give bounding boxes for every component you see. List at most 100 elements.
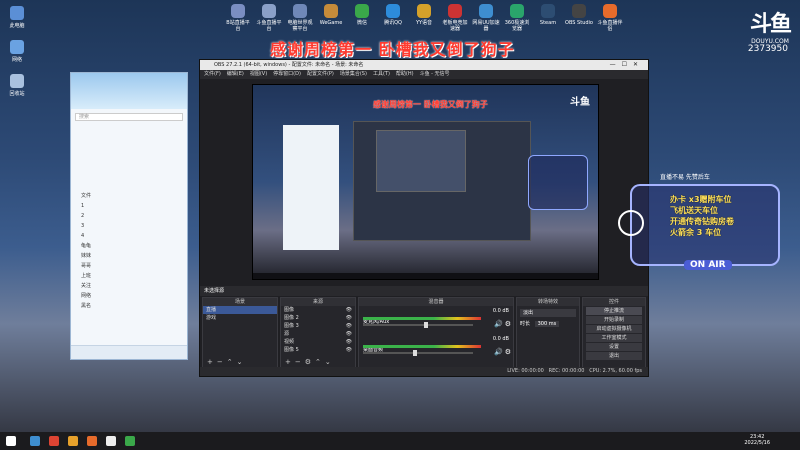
qq-contact-group[interactable]: 关注 xyxy=(71,281,187,291)
eye-icon[interactable]: 👁 xyxy=(346,346,352,354)
source-item[interactable]: 👁 图像 2 xyxy=(281,314,355,322)
gear-icon[interactable]: ⚙ xyxy=(505,320,511,328)
windows-start-icon[interactable] xyxy=(6,436,16,446)
control-button[interactable]: 停止推流 xyxy=(586,307,642,315)
source-item[interactable]: 👁 图像 5 xyxy=(281,346,355,354)
controls-dock[interactable]: 控件 停止推流 开始录制 启动虚拟摄像机 工作室模式 设置 退出 xyxy=(582,297,646,369)
qq-contact-group[interactable]: 3 xyxy=(71,221,187,231)
volume-knob[interactable] xyxy=(423,322,428,328)
preview-banner: 感谢周榜第一 卧槽我又倒了狗子 xyxy=(373,100,488,109)
qq-contact-group[interactable]: 文件 xyxy=(71,191,187,201)
source-item[interactable]: 👁 源 xyxy=(281,330,355,338)
duration-input[interactable]: 300 ms xyxy=(534,321,560,327)
app-icon xyxy=(324,4,338,18)
desktop-app-icon[interactable]: Steam xyxy=(534,4,562,26)
obs-menu-item[interactable]: 斗鱼 - 无信号 xyxy=(420,71,450,77)
scene-item[interactable]: 游戏 xyxy=(203,314,277,322)
desktop-icon-computer[interactable]: 此电脑 xyxy=(6,6,28,29)
desktop-app-icon[interactable]: YY语音 xyxy=(410,4,438,26)
control-button[interactable]: 启动虚拟摄像机 xyxy=(586,325,642,333)
taskbar-app-icon[interactable] xyxy=(68,436,78,446)
desktop-app-icon[interactable]: OBS Studio xyxy=(565,4,593,26)
eye-icon[interactable]: 👁 xyxy=(346,306,352,314)
obs-menu-item[interactable]: 场景集合(S) xyxy=(340,71,367,77)
taskbar-app-icon[interactable] xyxy=(106,436,116,446)
source-item-label: 图像 5 xyxy=(284,347,299,353)
control-button[interactable]: 开始录制 xyxy=(586,316,642,324)
obs-menu-item[interactable]: 视图(V) xyxy=(250,71,267,77)
window-controls[interactable]: —☐✕ xyxy=(610,60,644,70)
desktop-icon-recycle-bin[interactable]: 回收站 xyxy=(6,74,28,97)
control-button[interactable]: 设置 xyxy=(586,343,642,351)
system-clock[interactable]: 23:42 2022/5/16 xyxy=(744,434,770,446)
taskbar-app-icon[interactable] xyxy=(87,436,97,446)
qq-contact-group[interactable]: 2 xyxy=(71,211,187,221)
desktop-app-icon[interactable]: B站直播平台 xyxy=(224,4,252,32)
app-icon xyxy=(572,4,586,18)
transition-select[interactable]: 淡出 xyxy=(520,309,576,317)
scenes-dock[interactable]: 场景 直播 游戏 +−⌃⌄ xyxy=(202,297,278,369)
taskbar-app-icon[interactable] xyxy=(30,436,40,446)
sources-dock-tools[interactable]: +−⚙⌃⌄ xyxy=(285,358,335,366)
desktop-app-icon[interactable]: 电脑世界观察平台 xyxy=(286,4,314,32)
obs-window[interactable]: OBS 27.2.1 (64-bit, windows) - 配置文件: 未命名… xyxy=(199,59,649,377)
preview-qq-panel xyxy=(283,125,339,250)
source-item[interactable]: 👁 图像 xyxy=(281,306,355,314)
eye-icon[interactable]: 👁 xyxy=(346,314,352,322)
source-item-label: 源 xyxy=(284,331,290,337)
transitions-dock[interactable]: 转场特效 淡出 时长 300 ms xyxy=(516,297,580,369)
desktop-icon-network[interactable]: 网络 xyxy=(6,40,28,63)
audio-mixer-dock[interactable]: 混音器 麦克风/Aux 0.0 dB 🔊 ⚙ 桌面音频 0.0 dB 🔊 ⚙ xyxy=(358,297,514,369)
qq-contact-group[interactable]: 1 xyxy=(71,201,187,211)
obs-menu-item[interactable]: 帮助(H) xyxy=(396,71,414,77)
desktop-app-icon[interactable]: 斗鱼直播平台 xyxy=(255,4,283,32)
obs-menu-item[interactable]: 编辑(E) xyxy=(227,71,244,77)
control-button[interactable]: 工作室模式 xyxy=(586,334,642,342)
qq-contact-group[interactable]: 妹妹 xyxy=(71,251,187,261)
desktop-app-icon[interactable]: 斗鱼直播伴侣 xyxy=(596,4,624,32)
qq-contact-group[interactable]: 黑名 xyxy=(71,301,187,311)
qq-search-field[interactable]: 搜索 xyxy=(75,113,183,121)
desktop-app-icon[interactable]: 老板电竞加速器 xyxy=(441,4,469,32)
mixer-dock-title: 混音器 xyxy=(359,298,513,306)
controls-dock-title: 控件 xyxy=(583,298,645,306)
volume-slider[interactable] xyxy=(363,350,473,356)
mute-icon[interactable]: 🔊 xyxy=(494,348,503,356)
app-icon-label: OBS Studio xyxy=(565,20,593,26)
control-button[interactable]: 退出 xyxy=(586,352,642,360)
eye-icon[interactable]: 👁 xyxy=(346,338,352,346)
desktop-app-icon[interactable]: 腾讯QQ xyxy=(379,4,407,26)
qq-contact-group[interactable]: 龟龟 xyxy=(71,241,187,251)
desktop-app-icon[interactable]: 网易UU加速器 xyxy=(472,4,500,32)
sources-dock[interactable]: 来源 👁 图像 👁 图像 2 👁 图像 3 👁 源 👁 视频 👁 图像 5 +−⚙⌃⌄ xyxy=(280,297,356,369)
qq-contact-group[interactable]: 哥哥 xyxy=(71,261,187,271)
source-item[interactable]: 👁 图像 3 xyxy=(281,322,355,330)
qq-contact-group[interactable]: 网络 xyxy=(71,291,187,301)
desktop-app-icon[interactable]: 微信 xyxy=(348,4,376,26)
obs-menu-item[interactable]: 停靠窗口(D) xyxy=(273,71,301,77)
scenes-dock-tools[interactable]: +−⌃⌄ xyxy=(207,358,246,366)
obs-title-bar[interactable]: OBS 27.2.1 (64-bit, windows) - 配置文件: 未命名… xyxy=(200,60,648,70)
gear-icon[interactable]: ⚙ xyxy=(505,348,511,356)
preview-taskbar xyxy=(253,273,598,279)
volume-slider[interactable] xyxy=(363,322,473,328)
obs-preview[interactable]: 感谢周榜第一 卧槽我又倒了狗子 斗鱼 xyxy=(252,84,599,280)
taskbar-app-icon[interactable] xyxy=(125,436,135,446)
desktop-app-icon[interactable]: 360极速浏览器 xyxy=(503,4,531,32)
obs-menu-item[interactable]: 配置文件(P) xyxy=(307,71,334,77)
volume-knob[interactable] xyxy=(412,350,417,356)
obs-menu-item[interactable]: 文件(F) xyxy=(204,71,221,77)
taskbar-app-icon[interactable] xyxy=(49,436,59,446)
qq-contact-group[interactable]: 4 xyxy=(71,231,187,241)
mute-icon[interactable]: 🔊 xyxy=(494,320,503,328)
desktop-app-icon[interactable]: WeGame xyxy=(317,4,345,26)
eye-icon[interactable]: 👁 xyxy=(346,322,352,330)
qq-contact-panel[interactable]: 搜索 文件 1 2 3 4 龟龟 妹妹 哥哥 上班 关注 网络 黑名 xyxy=(70,72,188,360)
preview-logo: 斗鱼 xyxy=(570,97,590,108)
eye-icon[interactable]: 👁 xyxy=(346,330,352,338)
source-item[interactable]: 👁 视频 xyxy=(281,338,355,346)
qq-contact-group[interactable]: 上班 xyxy=(71,271,187,281)
app-icon-label: 老板电竞加速器 xyxy=(442,20,468,32)
scene-item[interactable]: 直播 xyxy=(203,306,277,314)
obs-menu-item[interactable]: 工具(T) xyxy=(373,71,390,77)
